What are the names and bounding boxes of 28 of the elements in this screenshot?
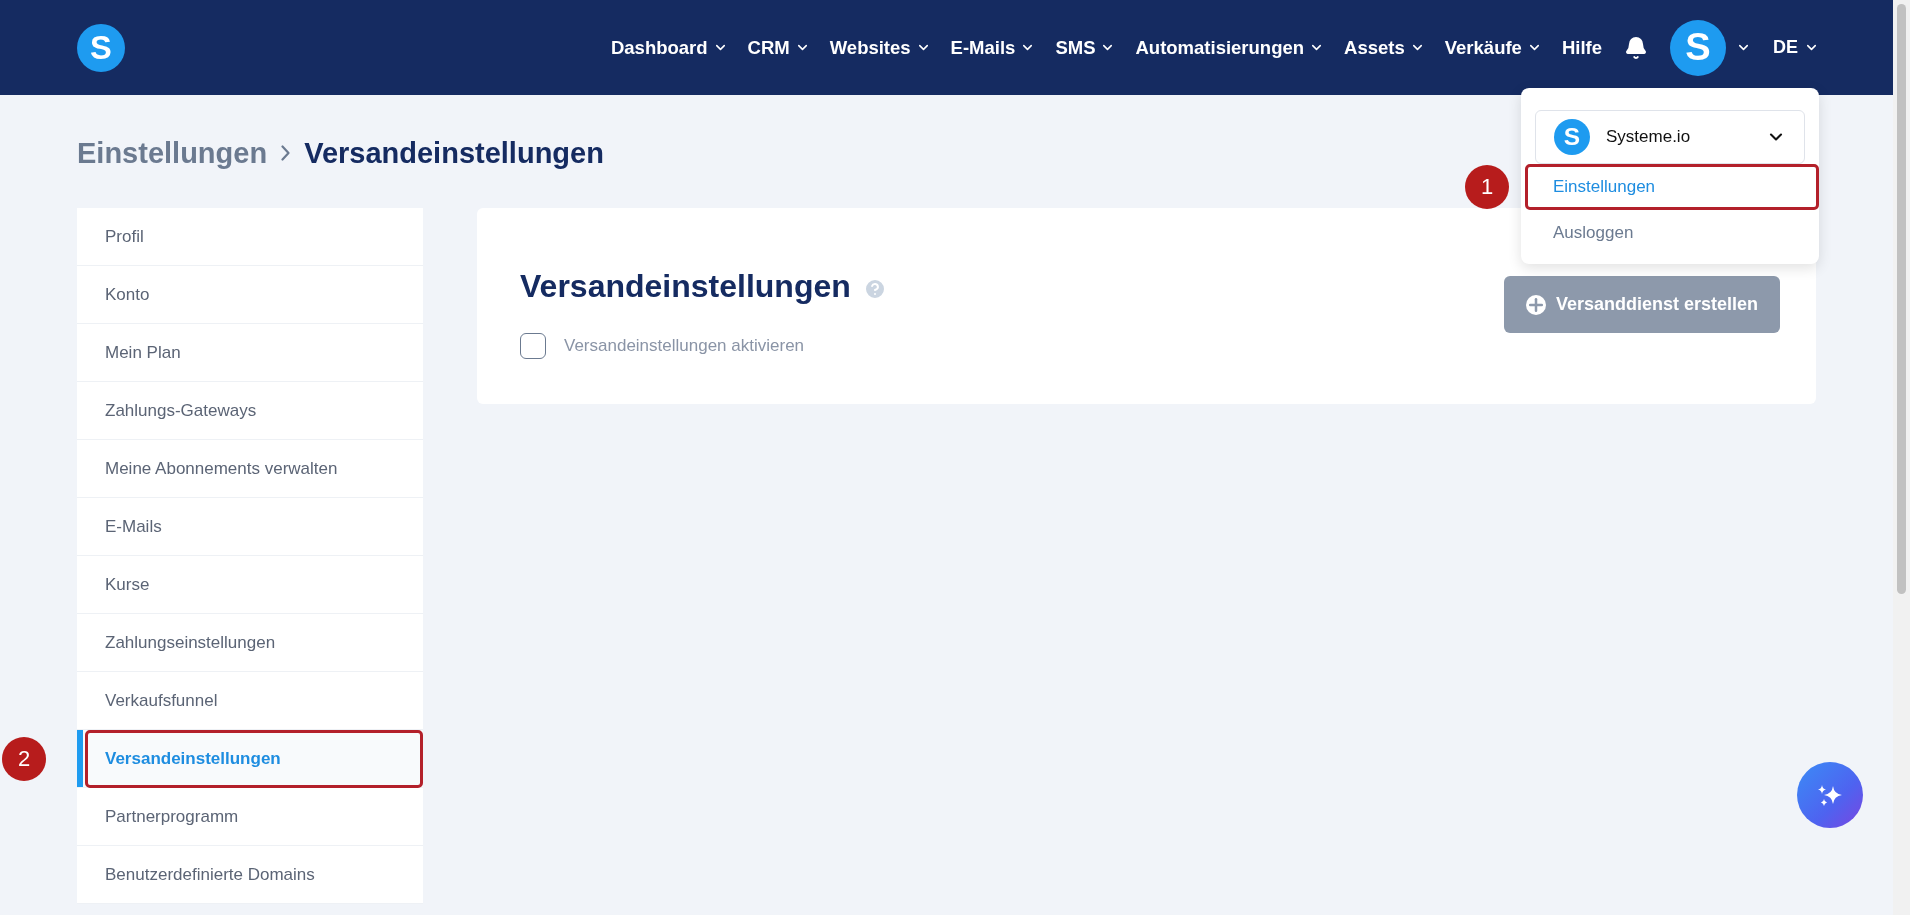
- breadcrumb-link[interactable]: Versandeinstellungen: [304, 136, 604, 170]
- menu-item[interactable]: Ausloggen: [1525, 210, 1819, 256]
- checkbox[interactable]: [520, 333, 546, 359]
- account-selector[interactable]: S Systeme.io: [1535, 110, 1805, 164]
- nav-link[interactable]: E-Mails: [950, 36, 1036, 59]
- nav-link[interactable]: Dashboard: [610, 36, 728, 59]
- nav-link[interactable]: Hilfe: [1561, 36, 1602, 59]
- chevron-right-icon: [281, 145, 291, 161]
- plus-icon: [1525, 294, 1546, 315]
- language-selector[interactable]: DE: [1773, 37, 1819, 58]
- step-badge: 2: [2, 737, 46, 781]
- nav-link[interactable]: Automatisierungen: [1135, 36, 1325, 59]
- nav-link[interactable]: Websites: [829, 36, 931, 59]
- sparkle-icon: [1818, 784, 1842, 806]
- checkbox-label: Versandeinstellungen aktivieren: [564, 336, 805, 356]
- sidebar-item[interactable]: Profil: [77, 208, 423, 266]
- nav-link[interactable]: Assets: [1344, 36, 1425, 59]
- step-badge: 1: [1465, 165, 1509, 209]
- menu-item[interactable]: Einstellungen: [1525, 164, 1819, 210]
- breadcrumb-link[interactable]: Einstellungen: [77, 136, 268, 170]
- nav-link[interactable]: CRM: [747, 36, 810, 59]
- account-name: Systeme.io: [1606, 127, 1692, 147]
- bell-icon[interactable]: [1624, 35, 1648, 60]
- nav-link[interactable]: Verkäufe: [1444, 36, 1542, 59]
- account-logo: S: [1554, 119, 1590, 155]
- card-title: Versandeinstellungen: [520, 268, 851, 305]
- nav-link[interactable]: SMS: [1055, 36, 1116, 59]
- scrollbar[interactable]: [1893, 0, 1910, 915]
